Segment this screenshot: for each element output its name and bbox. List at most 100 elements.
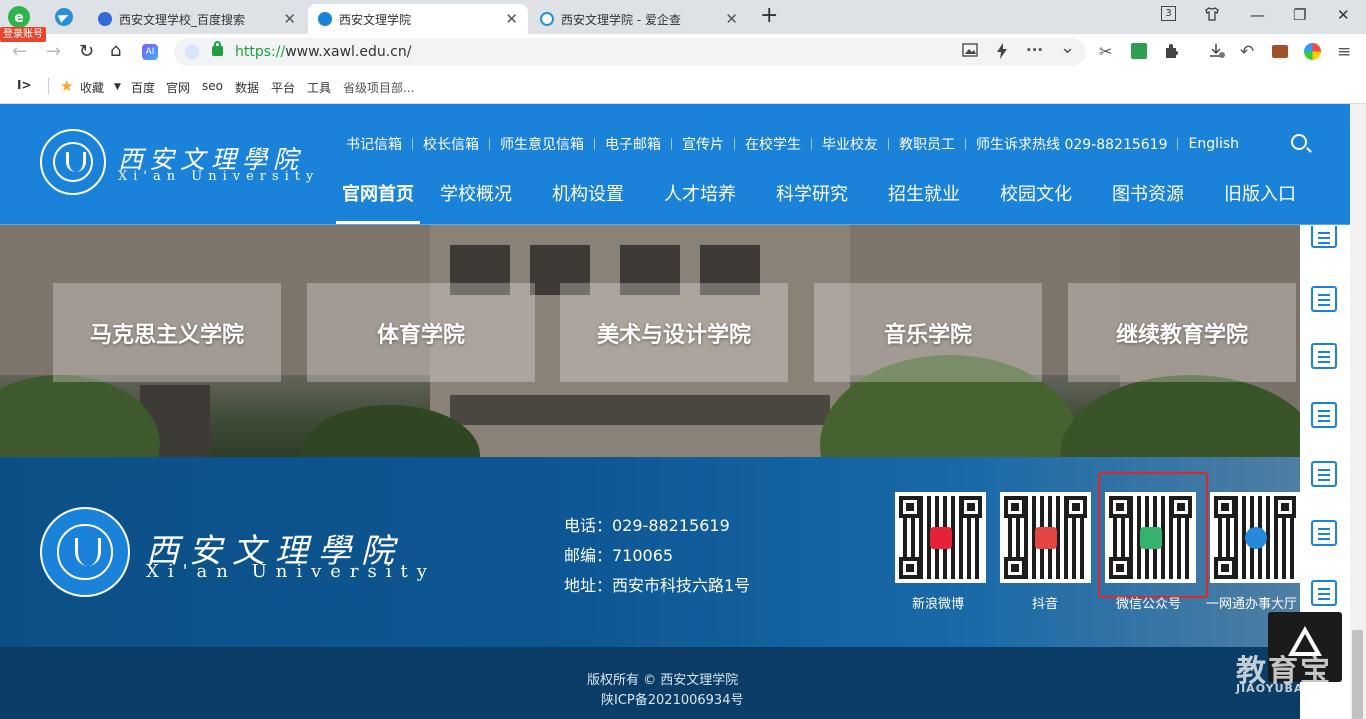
university-seal-logo[interactable]	[40, 129, 106, 195]
telegram-icon[interactable]	[55, 8, 73, 26]
restore-button[interactable]: ❐	[1293, 6, 1306, 24]
qr-label-wechat: 微信公众号	[1116, 597, 1182, 612]
nav-admissions[interactable]: 招生就业	[868, 180, 980, 224]
printer-icon[interactable]	[1311, 580, 1337, 606]
nav-education[interactable]: 人才培养	[644, 180, 756, 224]
login-badge[interactable]: 登录账号	[0, 27, 46, 42]
logo-english-name[interactable]: Xi'an University	[118, 169, 319, 184]
college-card-continuing-education[interactable]: 继续教育学院	[1068, 283, 1296, 382]
help-icon[interactable]	[1311, 226, 1337, 248]
tab-close-icon[interactable]: ✕	[283, 10, 296, 28]
top-link-alumni[interactable]: 毕业校友	[812, 134, 888, 154]
top-link-promo-video[interactable]: 宣传片	[672, 134, 734, 154]
top-link-hotline[interactable]: 师生诉求热线 029-88215619	[966, 134, 1177, 154]
tab-count-icon[interactable]: 3	[1161, 6, 1176, 21]
aiqicha-favicon-icon	[540, 12, 554, 26]
page-scrollbar[interactable]	[1350, 104, 1366, 719]
top-link-email[interactable]: 电子邮箱	[595, 134, 671, 154]
layers-icon[interactable]	[1311, 520, 1337, 546]
college-card-marxism[interactable]: 马克思主义学院	[53, 283, 281, 382]
top-link-president-mailbox[interactable]: 校长信箱	[413, 134, 489, 154]
tab-aiqicha[interactable]: 西安文理学院 - 爱企查 ✕	[530, 4, 748, 34]
undo-icon[interactable]: ↶	[1240, 43, 1254, 61]
ai-icon[interactable]: AI	[142, 44, 158, 60]
bookmark-provincial-projects[interactable]: 省级项目部...	[343, 79, 414, 96]
top-link-feedback-mailbox[interactable]: 师生意见信箱	[490, 134, 594, 154]
qr-code-douyin[interactable]	[1000, 492, 1091, 583]
bookmark-tools[interactable]: 工具	[307, 79, 331, 96]
college-card-music[interactable]: 音乐学院	[814, 283, 1042, 382]
contact-phone: 电话：029-88215619	[564, 516, 730, 535]
contact-address: 地址：西安市科技六路1号	[564, 576, 751, 595]
cut-icon[interactable]: ✂	[1099, 43, 1112, 61]
bookmark-baidu[interactable]: 百度	[131, 79, 155, 96]
home-button[interactable]: ⌂	[110, 41, 121, 61]
tab-title: 西安文理学院	[339, 12, 412, 27]
lock-icon[interactable]	[212, 41, 223, 56]
extensions-icon[interactable]	[1163, 43, 1179, 63]
svg-text:e: e	[14, 10, 24, 26]
douyin-icon	[1035, 527, 1057, 549]
sidebar-toggle-button[interactable]: I>	[17, 78, 32, 92]
search-icon[interactable]	[1291, 134, 1307, 150]
bookmark-platform[interactable]: 平台	[271, 79, 295, 96]
checklist-screen-icon[interactable]	[1311, 461, 1337, 487]
bookmark-divider	[48, 78, 49, 94]
nav-home[interactable]: 官网首页	[336, 180, 420, 224]
briefcase-icon[interactable]	[1272, 45, 1288, 58]
nav-about[interactable]: 学校概况	[420, 180, 532, 224]
bookmark-official[interactable]: 官网	[166, 79, 190, 96]
download-icon[interactable]	[1208, 43, 1226, 63]
close-window-button[interactable]: ✕	[1337, 6, 1350, 24]
minimize-button[interactable]: —	[1250, 6, 1265, 24]
nav-organization[interactable]: 机构设置	[532, 180, 644, 224]
dropdown-button[interactable]: ⌄	[1060, 39, 1075, 57]
tab-baidu-search[interactable]: 西安文理学校_百度搜索 ✕	[88, 4, 306, 34]
top-link-staff[interactable]: 教职员工	[889, 134, 965, 154]
url-text[interactable]: https://www.xawl.edu.cn/	[235, 44, 411, 60]
person-screen-icon[interactable]	[1311, 402, 1337, 428]
nav-library[interactable]: 图书资源	[1092, 180, 1204, 224]
image-icon[interactable]	[962, 43, 978, 61]
caret-down-icon[interactable]: ▼	[114, 82, 121, 92]
xawl-favicon-icon	[318, 12, 332, 26]
top-link-students[interactable]: 在校学生	[735, 134, 811, 154]
back-button[interactable]: ←	[12, 42, 27, 62]
site-info-icon[interactable]	[185, 45, 199, 59]
scrollbar-thumb[interactable]	[1352, 630, 1363, 719]
icp-link[interactable]: 陕ICP备2021006934号	[601, 689, 743, 708]
top-link-english[interactable]: English	[1178, 136, 1249, 152]
shirt-icon[interactable]	[1204, 6, 1220, 26]
weibo-icon	[930, 527, 952, 549]
new-tab-button[interactable]: +	[760, 5, 778, 27]
colorful-extension-icon[interactable]	[1304, 43, 1321, 60]
tab-title: 西安文理学院 - 爱企查	[561, 12, 681, 27]
forward-button[interactable]: →	[46, 42, 61, 62]
qr-code-service-hall[interactable]	[1210, 492, 1300, 583]
footer-seal-logo	[40, 507, 130, 597]
id-card-icon[interactable]	[1311, 286, 1337, 312]
nav-research[interactable]: 科学研究	[756, 180, 868, 224]
bookmark-favorites[interactable]: 收藏	[80, 79, 104, 96]
college-card-sports[interactable]: 体育学院	[307, 283, 535, 382]
tab-close-icon[interactable]: ✕	[725, 10, 738, 28]
watermark-en: JIAOYUBAO.CN	[1236, 682, 1339, 695]
main-nav: 官网首页 学校概况 机构设置 人才培养 科学研究 招生就业 校园文化 图书资源 …	[336, 180, 1316, 224]
nav-old-version[interactable]: 旧版入口	[1204, 180, 1316, 224]
bookmark-data[interactable]: 数据	[235, 79, 259, 96]
menu-icon[interactable]: ≡	[1337, 43, 1351, 61]
nav-campus-culture[interactable]: 校园文化	[980, 180, 1092, 224]
qr-code-weibo[interactable]	[895, 492, 986, 583]
college-card-art-design[interactable]: 美术与设计学院	[560, 283, 788, 382]
tab-xawl[interactable]: 西安文理学院 ✕	[308, 4, 528, 34]
more-options-button[interactable]: ···	[1026, 41, 1043, 59]
bookmark-seo[interactable]: seo	[202, 79, 223, 93]
contact-postcode: 邮编：710065	[564, 546, 674, 565]
lightning-icon[interactable]	[996, 43, 1008, 63]
documents-icon[interactable]	[1311, 343, 1337, 369]
top-link-secretary-mailbox[interactable]: 书记信箱	[346, 134, 412, 154]
reload-button[interactable]: ↻	[79, 42, 94, 62]
tab-close-icon[interactable]: ✕	[505, 10, 518, 28]
service-hall-icon	[1245, 527, 1267, 549]
wps-icon[interactable]	[1131, 43, 1147, 59]
